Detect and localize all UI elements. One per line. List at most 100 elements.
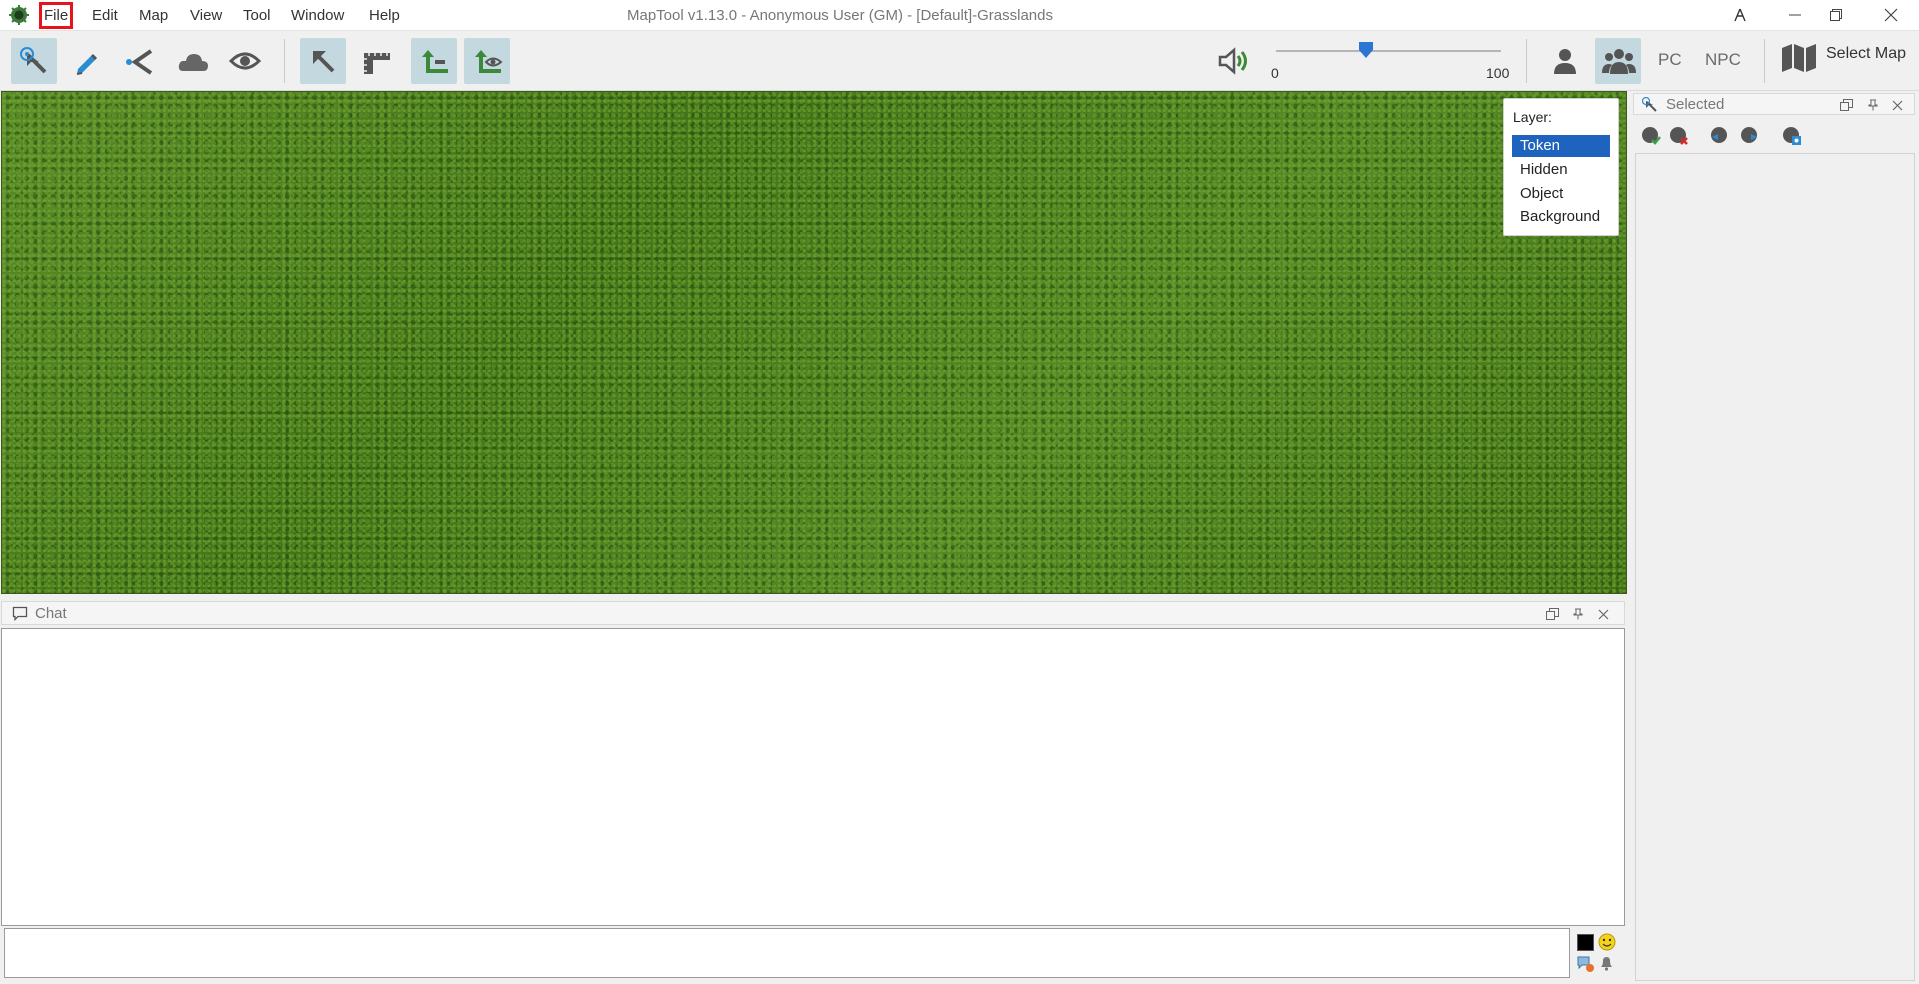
title-bar: File Edit Map View Tool Window Help MapT… <box>0 0 1919 31</box>
menu-file[interactable]: File <box>38 2 74 29</box>
selected-panel: Selected <box>1632 91 1919 984</box>
vision-tool-button[interactable] <box>222 38 268 84</box>
npc-filter-button[interactable]: NPC <box>1705 50 1741 70</box>
compass-icon <box>1734 8 1746 22</box>
toolbar-separator <box>284 39 285 83</box>
selected-close-button[interactable] <box>1892 98 1903 116</box>
token-layer-tool-button[interactable] <box>411 38 457 84</box>
player-view-button[interactable] <box>1542 38 1588 84</box>
chat-panel-title: Chat <box>35 605 67 622</box>
sound-notify-button[interactable] <box>1599 955 1614 976</box>
restore-button[interactable] <box>1809 0 1863 30</box>
selected-panel-header: Selected <box>1633 93 1915 115</box>
measure-ruler-icon <box>364 53 390 74</box>
draw-tool-button[interactable] <box>63 38 109 84</box>
select-visible-button[interactable] <box>1782 126 1802 146</box>
fog-cloud-icon <box>178 54 208 71</box>
pc-filter-button[interactable]: PC <box>1658 50 1682 70</box>
toolbar-separator <box>1764 39 1765 83</box>
select-all-icon <box>1642 127 1661 145</box>
measure-tool-button[interactable] <box>354 38 400 84</box>
vision-eye-icon <box>229 52 261 70</box>
map-icon <box>1782 44 1816 72</box>
close-icon <box>1598 609 1609 620</box>
chat-text-color-picker[interactable] <box>1577 934 1594 951</box>
select-tool-button[interactable] <box>300 38 346 84</box>
template-cone-icon <box>126 49 153 75</box>
chat-undock-button[interactable] <box>1546 607 1559 625</box>
pointer-tool-button[interactable] <box>11 38 57 84</box>
close-icon <box>1892 100 1903 111</box>
menu-tool[interactable]: Tool <box>239 3 275 28</box>
volume-max-label: 100 <box>1486 65 1510 81</box>
window-title: MapTool v1.13.0 - Anonymous User (GM) - … <box>627 7 1053 24</box>
minimize-icon <box>1789 14 1801 16</box>
volume-slider-thumb[interactable] <box>1359 42 1373 58</box>
select-previous-button[interactable] <box>1709 126 1729 146</box>
select-map-label: Select Map <box>1826 45 1907 62</box>
pin-icon <box>1573 608 1583 620</box>
single-user-icon <box>1554 49 1576 74</box>
chat-input[interactable] <box>4 928 1570 978</box>
selected-panel-title: Selected <box>1666 96 1725 113</box>
menu-view[interactable]: View <box>186 3 226 28</box>
deselect-all-icon <box>1670 127 1688 145</box>
chat-bubble-icon <box>12 606 28 626</box>
menu-edit[interactable]: Edit <box>88 3 122 28</box>
menu-window[interactable]: Window <box>287 3 348 28</box>
pin-window-button[interactable] <box>1713 0 1767 30</box>
menu-help[interactable]: Help <box>365 3 404 28</box>
selected-pin-button[interactable] <box>1867 98 1879 116</box>
undock-icon <box>1840 99 1853 111</box>
chat-notify-icon <box>1577 956 1594 972</box>
layer-option-object[interactable]: Object <box>1512 183 1610 205</box>
draw-pencil-icon <box>76 53 98 75</box>
speaker-volume-icon <box>1218 47 1247 75</box>
arrow-select-icon <box>313 51 335 73</box>
token-vision-tool-button[interactable] <box>464 38 510 84</box>
selection-pointer-icon <box>1641 96 1658 117</box>
token-layer-vision-icon <box>475 50 503 73</box>
chat-notification-button[interactable] <box>1577 955 1595 978</box>
select-next-icon <box>1741 127 1757 143</box>
template-tool-button[interactable] <box>117 38 163 84</box>
menu-map[interactable]: Map <box>135 3 172 28</box>
close-icon <box>1884 8 1898 22</box>
bell-icon <box>1601 957 1612 971</box>
main-toolbar: 0 100 PC NPC Select Map <box>0 31 1919 91</box>
selected-undock-button[interactable] <box>1840 98 1853 116</box>
selected-panel-content <box>1635 153 1915 981</box>
select-next-button[interactable] <box>1740 126 1760 146</box>
deselect-all-button[interactable] <box>1669 126 1689 146</box>
map-canvas[interactable] <box>1 91 1627 594</box>
close-window-button[interactable] <box>1864 0 1918 30</box>
chat-pin-button[interactable] <box>1572 607 1584 625</box>
layer-selector: Layer: Token Hidden Object Background <box>1503 98 1619 236</box>
volume-min-label: 0 <box>1271 65 1279 81</box>
pointer-select-icon <box>20 47 47 74</box>
chat-panel-header: Chat <box>1 601 1625 625</box>
chat-close-button[interactable] <box>1598 607 1609 625</box>
fog-tool-button[interactable] <box>170 38 216 84</box>
layer-option-hidden[interactable]: Hidden <box>1512 159 1610 181</box>
restore-icon <box>1830 9 1842 21</box>
maptool-logo-icon <box>9 5 29 25</box>
group-users-icon <box>1602 49 1636 74</box>
token-layer-minus-icon <box>422 50 448 73</box>
chat-log[interactable] <box>1 628 1625 926</box>
select-all-button[interactable] <box>1641 126 1661 146</box>
undock-icon <box>1546 608 1559 620</box>
select-previous-icon <box>1711 127 1727 143</box>
volume-button[interactable] <box>1216 43 1252 79</box>
select-map-button[interactable]: Select Map <box>1780 43 1910 72</box>
volume-slider[interactable] <box>1276 50 1501 52</box>
smiley-icon <box>1598 933 1616 951</box>
layer-option-token[interactable]: Token <box>1512 135 1610 157</box>
layer-selector-title: Layer: <box>1513 109 1552 125</box>
gm-view-button[interactable] <box>1595 38 1641 84</box>
emoji-button[interactable] <box>1598 933 1616 956</box>
pin-icon <box>1868 99 1878 111</box>
select-visible-icon <box>1783 127 1801 145</box>
layer-option-background[interactable]: Background <box>1512 206 1610 228</box>
toolbar-separator <box>1526 39 1527 83</box>
